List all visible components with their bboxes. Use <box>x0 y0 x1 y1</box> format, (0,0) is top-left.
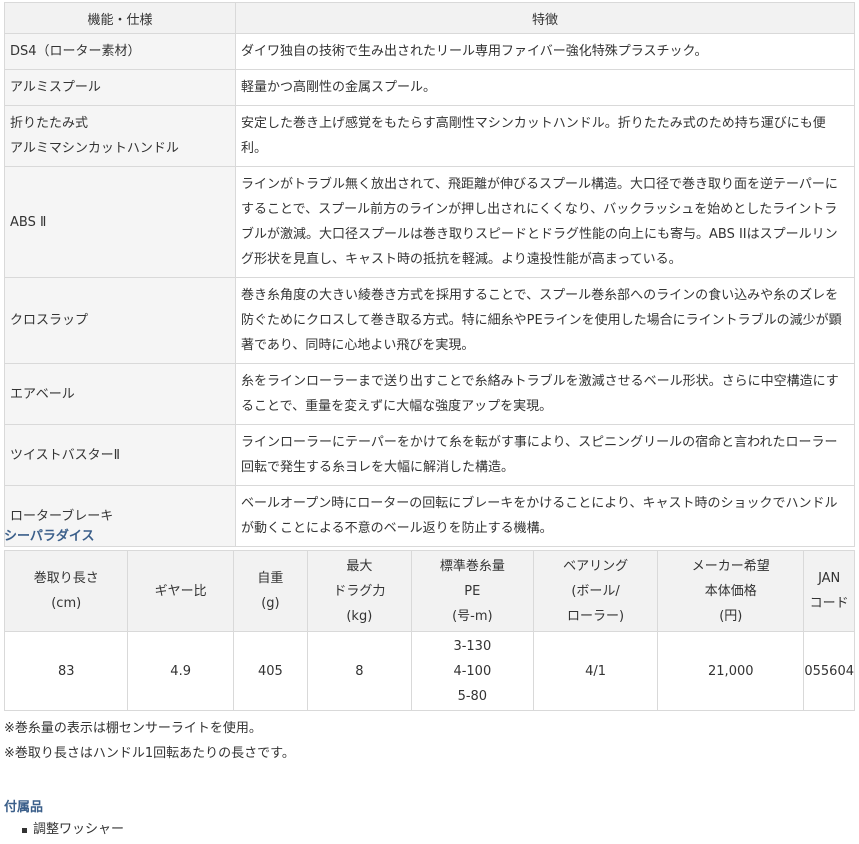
features-table: 機能・仕様 特徴 DS4（ローター素材） ダイワ独自の技術で生み出されたリール専用… <box>4 2 855 547</box>
accessory-label: 調整ワッシャー <box>33 822 125 837</box>
features-header-row: 機能・仕様 特徴 <box>4 2 855 34</box>
spec-header-cell: 標準巻糸量 PE (号-m) <box>410 550 534 632</box>
feature-row: DS4（ローター素材） ダイワ独自の技術で生み出されたリール専用ファイバー強化特殊… <box>4 33 855 70</box>
feature-description: 糸をラインローラーまで送り出すことで糸絡みトラブルを激減させるベール形状。さらに… <box>235 363 855 425</box>
features-header-desc: 特徴 <box>235 2 855 34</box>
spec-data-row: 83 4.9 405 8 3-130 4-100 5-80 4/1 21,000 055604 <box>3 631 855 711</box>
spec-value-cell: 3-130 4-100 5-80 <box>410 631 534 711</box>
features-body: DS4（ローター素材） ダイワ独自の技術で生み出されたリール専用ファイバー強化特殊… <box>4 33 855 547</box>
spec-value-cell: 055604 <box>803 631 855 711</box>
feature-name: クロスラップ <box>4 277 236 364</box>
spec-header-cell: 自重 (g) <box>232 550 308 632</box>
spec-value-cell: 21,000 <box>657 631 805 711</box>
spec-value-cell: 4.9 <box>127 631 234 711</box>
accessories-list: 調整ワッシャー <box>22 820 124 840</box>
feature-row: アルミスプール 軽量かつ高剛性の金属スプール。 <box>4 69 855 106</box>
feature-row: ツイストバスターⅡ ラインローラーにテーパーをかけて糸を転がす事により、スピニング… <box>4 424 855 486</box>
feature-description: 安定した巻き上げ感覚をもたらす高剛性マシンカットハンドル。折りたたみ式のため持ち… <box>235 105 855 167</box>
spec-header-cell: ベアリング (ボール/ローラー) <box>532 550 659 632</box>
spec-header-row: 巻取り長さ (cm) ギヤー比 自重 (g) 最大 ドラグ力 (kg) 標準巻糸量 PE (号-m)… <box>3 550 855 632</box>
feature-description: ベールオープン時にローターの回転にブレーキをかけることにより、キャスト時のショッ… <box>235 485 855 547</box>
spec-value-cell: 8 <box>306 631 412 711</box>
spec-header-cell: 巻取り長さ (cm) <box>3 550 129 632</box>
feature-description: ダイワ独自の技術で生み出されたリール専用ファイバー強化特殊プラスチック。 <box>235 33 855 70</box>
spec-value-cell: 83 <box>3 631 129 711</box>
feature-description: ラインローラーにテーパーをかけて糸を転がす事により、スピニングリールの宿命と言わ… <box>235 424 855 486</box>
spec-header-cell: 最大 ドラグ力 (kg) <box>306 550 412 632</box>
feature-description: ラインがトラブル無く放出されて、飛距離が伸びるスプール構造。大口径で巻き取り面を… <box>235 166 855 278</box>
accessory-item: 調整ワッシャー <box>22 820 124 840</box>
bullet-icon <box>22 828 27 833</box>
feature-name: アルミスプール <box>4 69 236 106</box>
feature-description: 軽量かつ高剛性の金属スプール。 <box>235 69 855 106</box>
feature-name: エアベール <box>4 363 236 425</box>
spec-header-cell: メーカー希望 本体価格 (円) <box>657 550 805 632</box>
spec-header-cell: ギヤー比 <box>127 550 234 632</box>
note-retrieve-length: ※巻取り長さはハンドル1回転あたりの長さです。 <box>4 746 295 761</box>
spec-header-cell: JAN コード <box>803 550 855 632</box>
feature-row: エアベール 糸をラインローラーまで送り出すことで糸絡みトラブルを激減させるベール形… <box>4 363 855 425</box>
spec-value-cell: 405 <box>232 631 308 711</box>
feature-description: 巻き糸角度の大きい綾巻き方式を採用することで、スプール巻糸部へのラインの食い込み… <box>235 277 855 364</box>
spec-heading: シーパラダイス <box>4 529 95 544</box>
feature-name: 折りたたみ式 アルミマシンカットハンドル <box>4 105 236 167</box>
accessories-heading: 付属品 <box>4 800 44 815</box>
feature-row: クロスラップ 巻き糸角度の大きい綾巻き方式を採用することで、スプール巻糸部へのライ… <box>4 277 855 364</box>
features-header-name: 機能・仕様 <box>4 2 236 34</box>
feature-row: ABS Ⅱ ラインがトラブル無く放出されて、飛距離が伸びるスプール構造。大口径で巻… <box>4 166 855 278</box>
spec-value-cell: 4/1 <box>532 631 659 711</box>
spec-table: 巻取り長さ (cm) ギヤー比 自重 (g) 最大 ドラグ力 (kg) 標準巻糸量 PE (号-m)… <box>3 550 855 711</box>
feature-name: ABS Ⅱ <box>4 166 236 278</box>
note-line-capacity: ※巻糸量の表示は棚センサーライトを使用。 <box>4 721 262 736</box>
feature-row: 折りたたみ式 アルミマシンカットハンドル 安定した巻き上げ感覚をもたらす高剛性マシン… <box>4 105 855 167</box>
feature-row: ローターブレーキ ベールオープン時にローターの回転にブレーキをかけることにより、キ… <box>4 485 855 547</box>
feature-name: DS4（ローター素材） <box>4 33 236 70</box>
feature-name: ツイストバスターⅡ <box>4 424 236 486</box>
